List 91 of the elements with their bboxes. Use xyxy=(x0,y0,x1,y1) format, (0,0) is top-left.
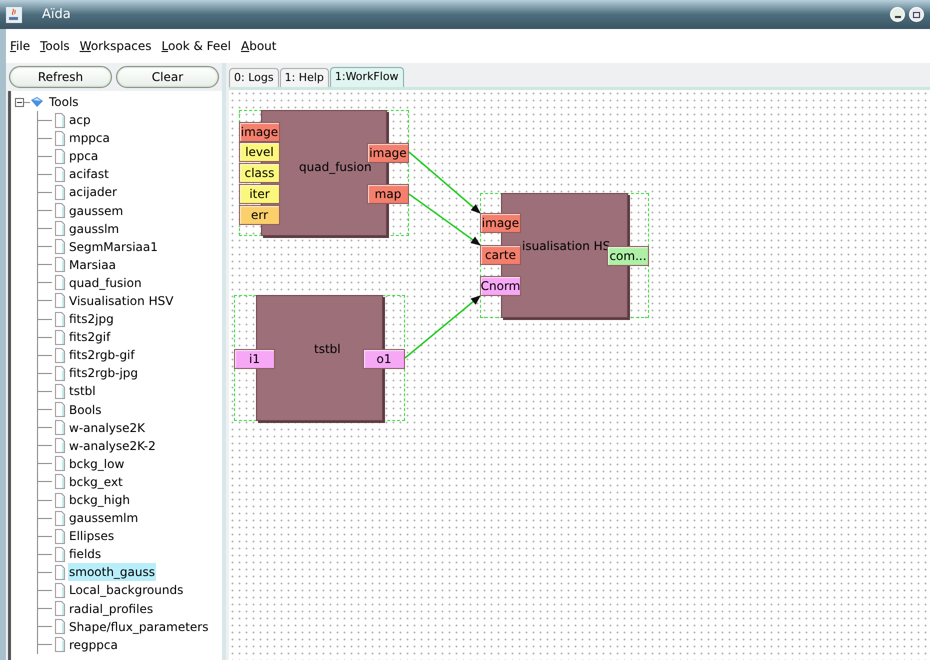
file-icon xyxy=(55,402,65,418)
tree-item[interactable]: fits2jpg xyxy=(68,310,115,328)
tree-item[interactable]: Marsiaa xyxy=(68,256,117,274)
file-icon xyxy=(55,492,65,508)
tree-item[interactable]: smooth_gauss xyxy=(68,563,156,582)
file-icon xyxy=(55,384,65,399)
port-label[interactable]: o1 xyxy=(363,349,405,369)
file-icon xyxy=(55,239,65,254)
tree-item[interactable]: Local_backgrounds xyxy=(68,581,184,600)
file-icon xyxy=(55,528,65,544)
tree-item[interactable]: regppca xyxy=(68,636,119,654)
tree-item[interactable]: mppca xyxy=(68,129,111,148)
file-icon xyxy=(55,275,65,290)
tree-item[interactable]: Shape/flux_parameters xyxy=(68,618,210,636)
tree-item[interactable]: fields xyxy=(68,545,102,564)
port-label[interactable]: iter xyxy=(239,184,280,204)
file-icon xyxy=(55,582,65,598)
collapse-icon[interactable] xyxy=(15,98,24,106)
port-label[interactable]: level xyxy=(239,142,280,162)
toolbar-button[interactable]: Clear xyxy=(116,66,219,88)
tree-item[interactable]: acijader xyxy=(68,183,118,202)
file-icon xyxy=(55,221,65,236)
tab[interactable]: 1: Help xyxy=(280,68,329,87)
menu-item[interactable]: About xyxy=(240,37,276,55)
maximize-button[interactable] xyxy=(909,7,924,22)
port-label[interactable]: i1 xyxy=(234,349,275,369)
file-icon xyxy=(55,619,65,634)
file-icon xyxy=(55,166,65,182)
menu-item[interactable]: File xyxy=(10,37,30,55)
tree-item[interactable]: Visualisation HSV xyxy=(68,292,174,310)
window-title: Aïda xyxy=(42,6,71,24)
file-icon xyxy=(55,474,65,490)
tree-item[interactable]: radial_profiles xyxy=(68,600,154,618)
file-icon xyxy=(55,564,65,580)
tree-item[interactable]: Bools xyxy=(68,400,103,419)
file-icon xyxy=(55,546,65,562)
tree-item[interactable]: bckg_high xyxy=(68,491,131,510)
tree-item[interactable]: tstbl xyxy=(68,382,97,400)
file-icon xyxy=(55,637,65,652)
tree-item[interactable]: acifast xyxy=(68,165,110,184)
tree-item[interactable]: SegmMarsiaa1 xyxy=(68,238,159,256)
file-icon xyxy=(55,293,65,308)
tree-item[interactable]: fits2gif xyxy=(68,328,112,346)
folder-icon xyxy=(30,96,44,108)
minimize-button[interactable] xyxy=(890,7,905,22)
tree-item[interactable]: ppca xyxy=(68,147,100,166)
tab[interactable]: 0: Logs xyxy=(229,68,279,87)
file-icon xyxy=(55,420,65,436)
tree-item[interactable]: w-analyse2K-2 xyxy=(68,436,157,455)
file-icon xyxy=(55,203,65,218)
port-label[interactable]: map xyxy=(367,184,409,204)
port-label[interactable]: image xyxy=(480,213,521,233)
tree-item[interactable]: gaussem xyxy=(68,202,124,220)
file-icon xyxy=(55,348,65,363)
file-icon xyxy=(55,148,65,164)
port-label[interactable]: err xyxy=(239,205,280,225)
tree-item[interactable]: bckg_low xyxy=(68,454,126,473)
port-label[interactable]: class xyxy=(239,163,280,183)
file-icon xyxy=(55,257,65,272)
port-label[interactable]: com... xyxy=(607,246,649,266)
tree-item[interactable]: gausslm xyxy=(68,220,120,238)
tree-item[interactable]: w-analyse2K xyxy=(68,418,146,437)
port-label[interactable]: carte xyxy=(480,245,521,265)
file-icon xyxy=(55,130,65,146)
tree-item[interactable]: fits2rgb-jpg xyxy=(68,364,140,382)
tree-item[interactable]: Tools xyxy=(49,93,79,111)
file-icon xyxy=(55,112,65,128)
file-icon xyxy=(55,184,65,200)
menu-item[interactable]: Tools xyxy=(40,37,70,55)
tree-item[interactable]: gaussemlm xyxy=(68,509,140,528)
file-icon xyxy=(55,366,65,381)
cup-icon xyxy=(6,6,22,22)
tab[interactable]: 1:WorkFlow xyxy=(330,67,404,87)
menu-item[interactable]: Look & Feel xyxy=(162,37,231,55)
menu-item[interactable]: Workspaces xyxy=(80,37,152,55)
file-icon xyxy=(55,438,65,454)
port-label[interactable]: image xyxy=(367,143,409,163)
toolbar-button[interactable]: Refresh xyxy=(9,66,112,88)
node-title: tstbl xyxy=(314,341,341,358)
file-icon xyxy=(55,601,65,616)
file-icon xyxy=(55,330,65,345)
port-label[interactable]: Cnorm xyxy=(480,276,521,296)
file-icon xyxy=(55,312,65,327)
tree-item[interactable]: Ellipses xyxy=(68,527,116,546)
file-icon xyxy=(55,456,65,472)
tree-item[interactable]: bckg_ext xyxy=(68,472,124,491)
tree-item[interactable]: fits2rgb-gif xyxy=(68,346,136,364)
file-icon xyxy=(55,510,65,526)
tree-item[interactable]: acp xyxy=(68,111,92,130)
port-label[interactable]: image xyxy=(239,122,280,142)
tree-item[interactable]: quad_fusion xyxy=(68,274,143,292)
